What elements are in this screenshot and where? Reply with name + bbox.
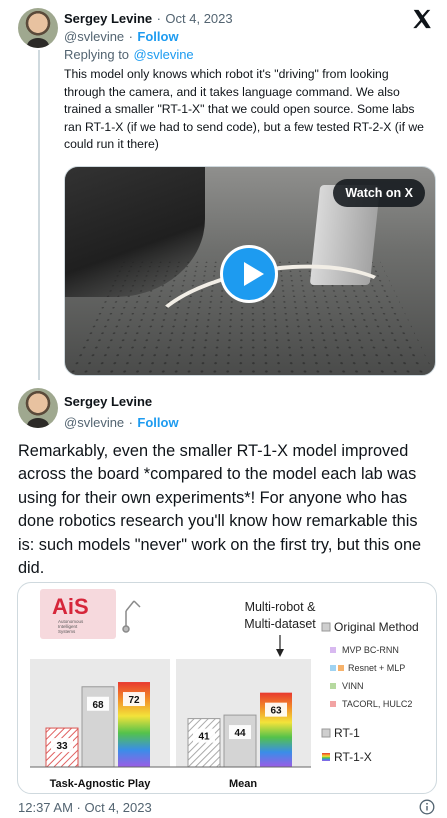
legend-swatch-rt1 [321,728,331,738]
info-icon[interactable] [419,799,435,815]
data-label: 68 [92,700,104,711]
legend-header: Original Method [334,620,419,634]
legend-swatch-resnet-b [338,665,344,671]
video-player[interactable]: Watch on X [64,166,436,376]
chart-legend: Original Method MVP BC-RNN Resnet + MLP … [321,620,419,764]
author-name[interactable]: Sergey Levine [64,11,152,26]
legend-swatch-resnet-a [330,665,336,671]
tweet1-header: Sergey Levine · Oct 4, 2023 [64,10,233,28]
author-avatar[interactable] [18,8,58,48]
author-handle[interactable]: @svlevine [64,415,124,430]
ais-logo-subtext-3: Systems [58,629,76,634]
legend-swatch-vinn [330,683,336,689]
legend-swatch-original [321,622,331,632]
separator: · [156,11,161,26]
legend-swatch-tacorl [330,701,336,707]
data-label: 63 [270,706,282,717]
data-label: 41 [198,732,210,743]
separator: · [128,29,133,44]
replying-to: Replying to @svlevine [64,46,194,64]
legend-swatch-rt1x [322,753,330,761]
legend-sub-3: VINN [342,681,364,691]
tweet-date[interactable]: Oct 4, 2023 [165,11,232,26]
tweet2-header: Sergey Levine [64,393,152,411]
x-logo-icon[interactable] [411,8,433,30]
annotation-arrow [276,635,284,657]
legend-item-rt1: RT-1 [334,726,360,740]
robot-arm-icon [122,600,141,633]
data-label: 72 [128,695,140,706]
annotation-line-2: Multi-dataset [244,617,316,631]
tweet1-text: This model only knows which robot it's "… [64,67,424,151]
play-icon[interactable] [220,245,278,303]
replying-prefix: Replying to [64,47,130,62]
legend-item-rt1x: RT-1-X [334,750,372,764]
tweet1-handle-row: @svlevine · Follow [64,28,179,46]
watch-on-x-button[interactable]: Watch on X [333,179,425,207]
follow-button[interactable]: Follow [137,415,178,430]
tweet-timestamp[interactable]: 12:37 AM · Oct 4, 2023 [18,800,152,815]
tweet2-text: Remarkably, even the smaller RT-1-X mode… [18,442,422,578]
replying-handle-link[interactable]: @svlevine [134,47,194,62]
legend-swatch-mvp [330,647,336,653]
chart-image-card[interactable]: AiS Autonomous Intelligent Systems Multi… [17,582,437,794]
group-label-task-agnostic: Task-Agnostic Play [50,778,152,790]
ais-logo-text: AiS [52,594,89,619]
legend-sub-2: Resnet + MLP [348,663,405,673]
data-label: 44 [234,728,246,739]
results-bar-chart: AiS Autonomous Intelligent Systems Multi… [30,589,419,790]
legend-sub-4: TACORL, HULC2 [342,699,412,709]
data-label: 33 [56,741,68,752]
bar-mean-original-method [187,718,221,768]
bar-mean-rt-1 [223,714,257,768]
legend-sub-1: MVP BC-RNN [342,645,399,655]
separator: · [128,415,133,430]
annotation-line-1: Multi-robot & [245,600,317,614]
author-handle[interactable]: @svlevine [64,29,124,44]
group-label-mean: Mean [229,778,257,790]
thread-connector-line [38,50,40,380]
follow-button[interactable]: Follow [137,29,178,44]
tweet2-handle-row: @svlevine · Follow [64,414,179,432]
author-name[interactable]: Sergey Levine [64,394,152,409]
author-avatar[interactable] [18,388,58,428]
